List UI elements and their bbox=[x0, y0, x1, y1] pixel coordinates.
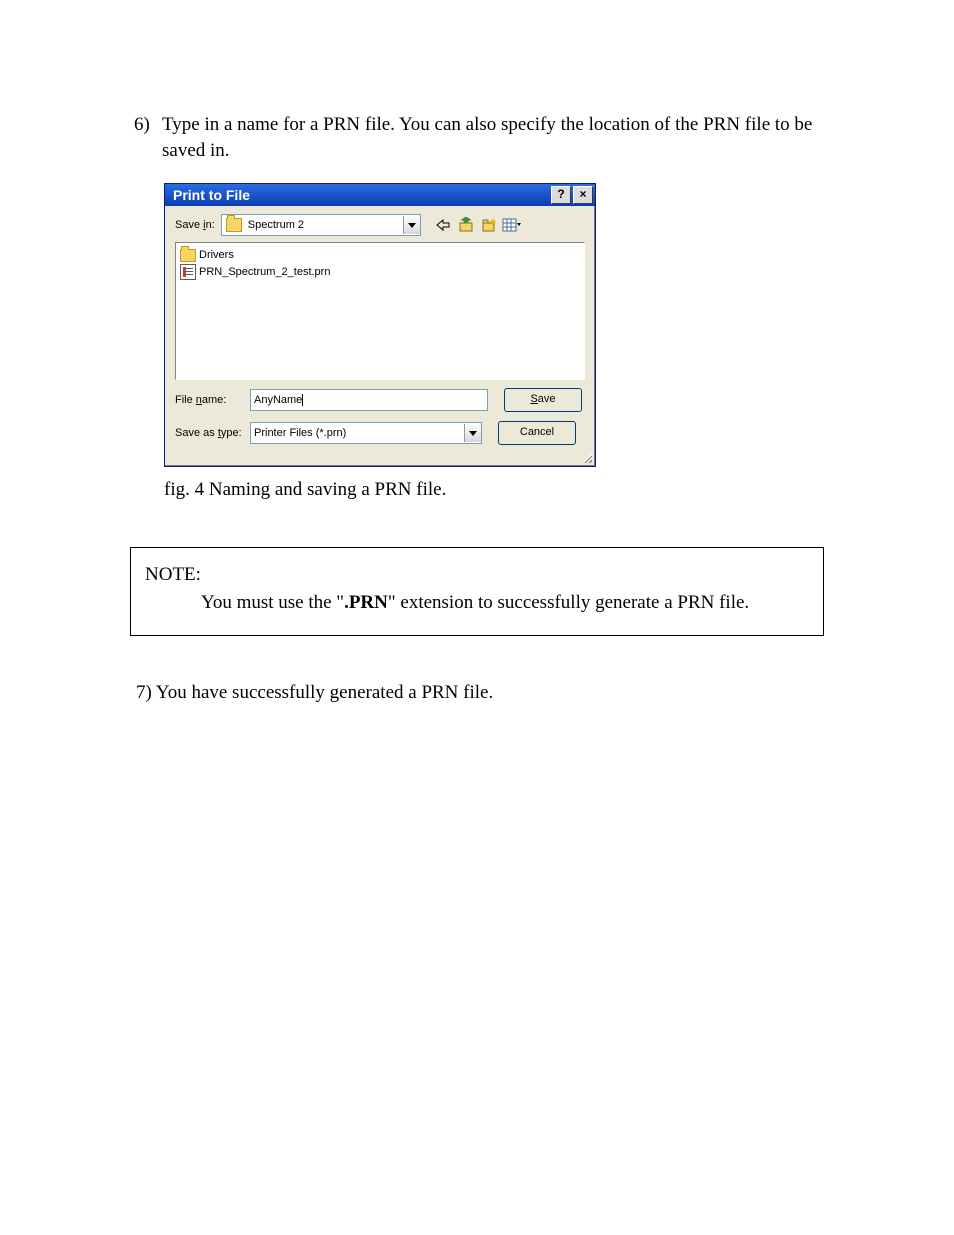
list-item[interactable]: PRN_Spectrum_2_test.prn bbox=[180, 264, 580, 280]
folder-name: Drivers bbox=[199, 248, 234, 263]
figure-caption: fig. 4 Naming and saving a PRN file. bbox=[164, 477, 824, 503]
print-to-file-dialog: Print to File ? × Save in: Spectrum 2 bbox=[164, 183, 596, 467]
save-as-type-label: Save as type: bbox=[175, 426, 250, 441]
note-title: NOTE: bbox=[145, 562, 809, 588]
back-icon[interactable] bbox=[433, 215, 453, 235]
file-name-label: File name: bbox=[175, 393, 250, 408]
step-7-text: 7) You have successfully generated a PRN… bbox=[136, 680, 824, 706]
chevron-down-icon[interactable] bbox=[464, 424, 481, 442]
dialog-titlebar[interactable]: Print to File ? × bbox=[165, 184, 595, 206]
help-button[interactable]: ? bbox=[551, 186, 571, 204]
dialog-title: Print to File bbox=[173, 184, 250, 206]
note-box: NOTE: You must use the ".PRN" extension … bbox=[130, 547, 824, 636]
list-item[interactable]: Drivers bbox=[180, 247, 580, 263]
save-as-type-select[interactable]: Printer Files (*.prn) bbox=[250, 422, 482, 444]
views-icon[interactable] bbox=[502, 215, 522, 235]
dialog-toolbar: Save in: Spectrum 2 bbox=[165, 206, 595, 242]
resize-grip-icon[interactable] bbox=[579, 450, 593, 464]
folder-open-icon bbox=[226, 218, 242, 232]
folder-icon bbox=[180, 249, 196, 262]
prn-file-icon bbox=[180, 264, 196, 280]
save-in-combo[interactable]: Spectrum 2 bbox=[221, 214, 421, 236]
cancel-button[interactable]: Cancel bbox=[498, 421, 576, 445]
step-6-number: 6) bbox=[134, 112, 150, 138]
file-list[interactable]: Drivers PRN_Spectrum_2_test.prn bbox=[175, 242, 585, 380]
save-in-value: Spectrum 2 bbox=[246, 218, 403, 233]
save-button[interactable]: Save bbox=[504, 388, 582, 412]
chevron-down-icon[interactable] bbox=[403, 216, 420, 234]
file-name-input[interactable]: AnyName bbox=[250, 389, 488, 411]
up-one-level-icon[interactable] bbox=[456, 215, 476, 235]
note-body: You must use the ".PRN" extension to suc… bbox=[201, 590, 809, 616]
new-folder-icon[interactable] bbox=[479, 215, 499, 235]
file-name: PRN_Spectrum_2_test.prn bbox=[199, 265, 330, 280]
save-in-label: Save in: bbox=[175, 218, 215, 233]
close-button[interactable]: × bbox=[573, 186, 593, 204]
save-as-type-value: Printer Files (*.prn) bbox=[251, 426, 464, 441]
step-6: 6) Type in a name for a PRN file. You ca… bbox=[162, 112, 824, 163]
step-6-text: Type in a name for a PRN file. You can a… bbox=[162, 112, 824, 163]
